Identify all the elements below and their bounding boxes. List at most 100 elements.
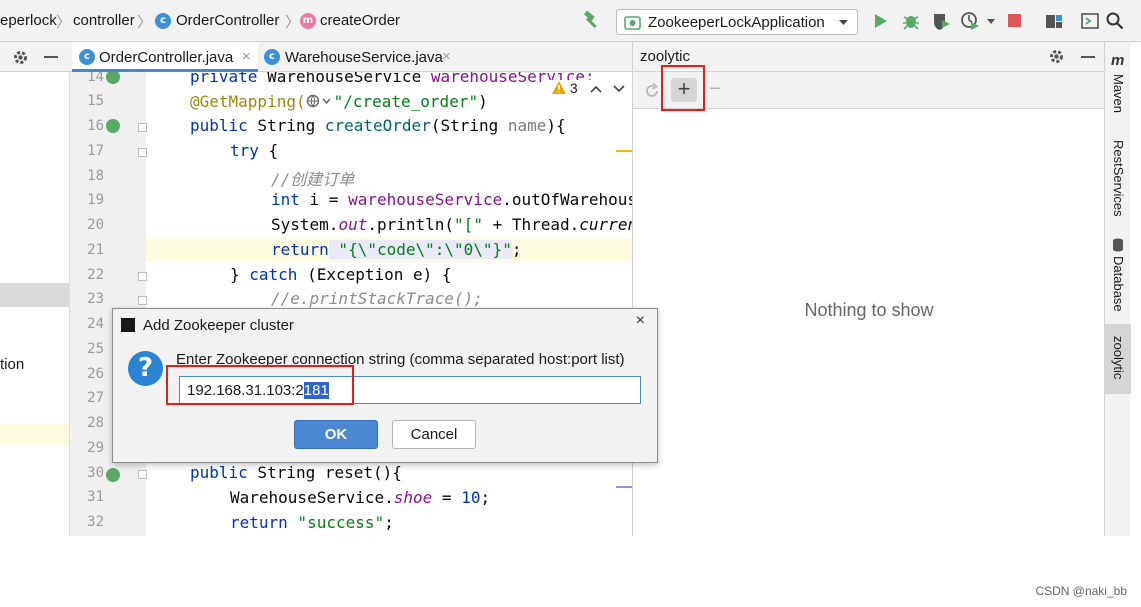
tool-tab-restservices[interactable]: RestServices: [1108, 140, 1128, 240]
fold-marker[interactable]: [138, 123, 147, 132]
tab-warehouseservice[interactable]: c WarehouseService.java ×: [258, 42, 458, 72]
code-token: }: [230, 265, 250, 284]
profile-icon[interactable]: [960, 11, 980, 31]
breadcrumb-ordercontroller[interactable]: OrderController: [176, 12, 279, 29]
database-icon: [1113, 238, 1123, 252]
method-token: createOrder: [324, 116, 431, 135]
code-token: ): [478, 92, 488, 111]
zoolytic-panel: zoolytic + − Nothing to show: [632, 42, 1105, 536]
tool-tab-label: zoolytic: [1111, 336, 1126, 380]
keyword: private: [190, 72, 258, 86]
chevron-up-icon[interactable]: [590, 85, 602, 93]
chevron-down-icon[interactable]: [986, 18, 996, 25]
line-number: 18: [87, 168, 104, 184]
line-number: 19: [87, 192, 104, 208]
code-token: System.: [271, 215, 339, 234]
string-token: "success": [287, 513, 385, 532]
line-number: 28: [87, 415, 104, 431]
debug-bug-icon[interactable]: [901, 11, 921, 31]
spring-boot-icon: [624, 16, 641, 30]
param-token: name: [507, 116, 547, 135]
fold-marker[interactable]: [138, 296, 147, 305]
keyword: return: [230, 513, 288, 532]
build-hammer-icon[interactable]: [581, 11, 601, 31]
project-structure-icon[interactable]: [1045, 12, 1063, 30]
code-token: {: [258, 141, 279, 160]
ok-button[interactable]: OK: [294, 420, 378, 449]
close-icon[interactable]: ×: [636, 312, 645, 330]
breadcrumb-separator: 〉: [285, 14, 301, 31]
maven-icon: m: [1111, 52, 1125, 69]
intellij-app-icon: [121, 318, 135, 332]
question-icon: ?: [128, 351, 163, 386]
line-number: 29: [87, 440, 104, 456]
chevron-down-icon: [839, 20, 848, 25]
chevron-down-icon[interactable]: [613, 85, 626, 93]
cancel-button[interactable]: Cancel: [392, 420, 476, 449]
line-number: 27: [87, 390, 104, 406]
project-tree-highlighted-row[interactable]: [0, 424, 69, 446]
warning-stripe[interactable]: [616, 150, 632, 152]
warning-count: 3: [569, 80, 578, 96]
ide-window: eperlock 〉 controller 〉 c OrderControlle…: [0, 0, 1141, 607]
breadcrumb-project[interactable]: eperlock: [0, 12, 57, 29]
change-stripe[interactable]: [616, 486, 632, 488]
coverage-shield-icon[interactable]: [931, 11, 951, 31]
tab-ordercontroller[interactable]: c OrderController.java ×: [72, 42, 258, 72]
empty-state-text: Nothing to show: [804, 300, 934, 320]
code-token: ;: [511, 240, 522, 259]
fold-marker[interactable]: [138, 272, 147, 281]
run-icon[interactable]: [873, 13, 889, 29]
remove-cluster-button[interactable]: −: [709, 78, 721, 101]
code-token: =: [432, 488, 462, 507]
code-line-30: public String reset(){: [190, 463, 402, 482]
terminal-icon[interactable]: [1081, 12, 1099, 30]
string-token: "{\"code\":\"0\"}": [328, 240, 512, 259]
breadcrumb-createorder[interactable]: createOrder: [320, 12, 400, 29]
code-token: String: [247, 116, 325, 135]
keyword: public: [190, 463, 248, 482]
navigation-bar: eperlock 〉 controller 〉 c OrderControlle…: [0, 0, 1141, 42]
add-zookeeper-cluster-dialog: Add Zookeeper cluster × ? Enter Zookeepe…: [112, 308, 658, 463]
keyword: catch: [249, 265, 298, 284]
code-line-23: //e.printStackTrace();: [271, 289, 483, 308]
code-line-17: try {: [230, 141, 278, 160]
tab-label: OrderController.java: [99, 49, 234, 66]
fold-marker[interactable]: [138, 148, 147, 157]
search-icon[interactable]: [1106, 12, 1124, 30]
code-token: currentThread(): [579, 215, 632, 234]
fold-marker[interactable]: [138, 470, 147, 479]
minimize-icon[interactable]: [44, 56, 58, 59]
panel-title: zoolytic: [640, 48, 691, 65]
project-tree-selected-row[interactable]: [0, 283, 69, 307]
method-icon: m: [300, 13, 316, 29]
inspection-widget[interactable]: 3: [548, 80, 630, 96]
input-annotation-box: [166, 365, 354, 405]
run-configuration-dropdown[interactable]: ZookeeperLockApplication: [616, 9, 858, 35]
line-number: 23: [87, 291, 104, 307]
request-mapping-icon[interactable]: [106, 119, 120, 133]
web-url-icon[interactable]: [306, 94, 334, 108]
line-number: 31: [87, 489, 104, 505]
project-tree-item-label[interactable]: tion: [0, 356, 24, 373]
close-icon[interactable]: ×: [442, 48, 451, 65]
annotation-token: @GetMapping(: [190, 92, 306, 111]
tool-tab-zoolytic[interactable]: zoolytic: [1105, 324, 1131, 394]
refresh-icon[interactable]: [644, 83, 660, 99]
minimize-icon[interactable]: [1081, 56, 1095, 59]
close-icon[interactable]: ×: [242, 48, 251, 65]
stop-icon[interactable]: [1008, 14, 1021, 27]
code-editor[interactable]: 14 15 16 17 18 19 20 21 22 23 24 25 26 2…: [70, 72, 632, 536]
gear-icon[interactable]: [1048, 48, 1065, 65]
line-number: 16: [87, 118, 104, 134]
gear-icon[interactable]: [12, 49, 29, 66]
tool-tab-label: Maven: [1111, 74, 1126, 114]
class-icon: c: [264, 49, 280, 65]
code-line-31: WarehouseService.shoe = 10;: [230, 488, 490, 507]
breadcrumb-controller[interactable]: controller: [73, 12, 135, 29]
tab-label: WarehouseService.java: [285, 49, 443, 66]
keyword: try: [230, 141, 259, 160]
code-line-20: System.out.println("[" + Thread.currentT…: [271, 215, 632, 234]
line-number: 21: [87, 242, 104, 258]
request-mapping-icon[interactable]: [106, 468, 120, 482]
